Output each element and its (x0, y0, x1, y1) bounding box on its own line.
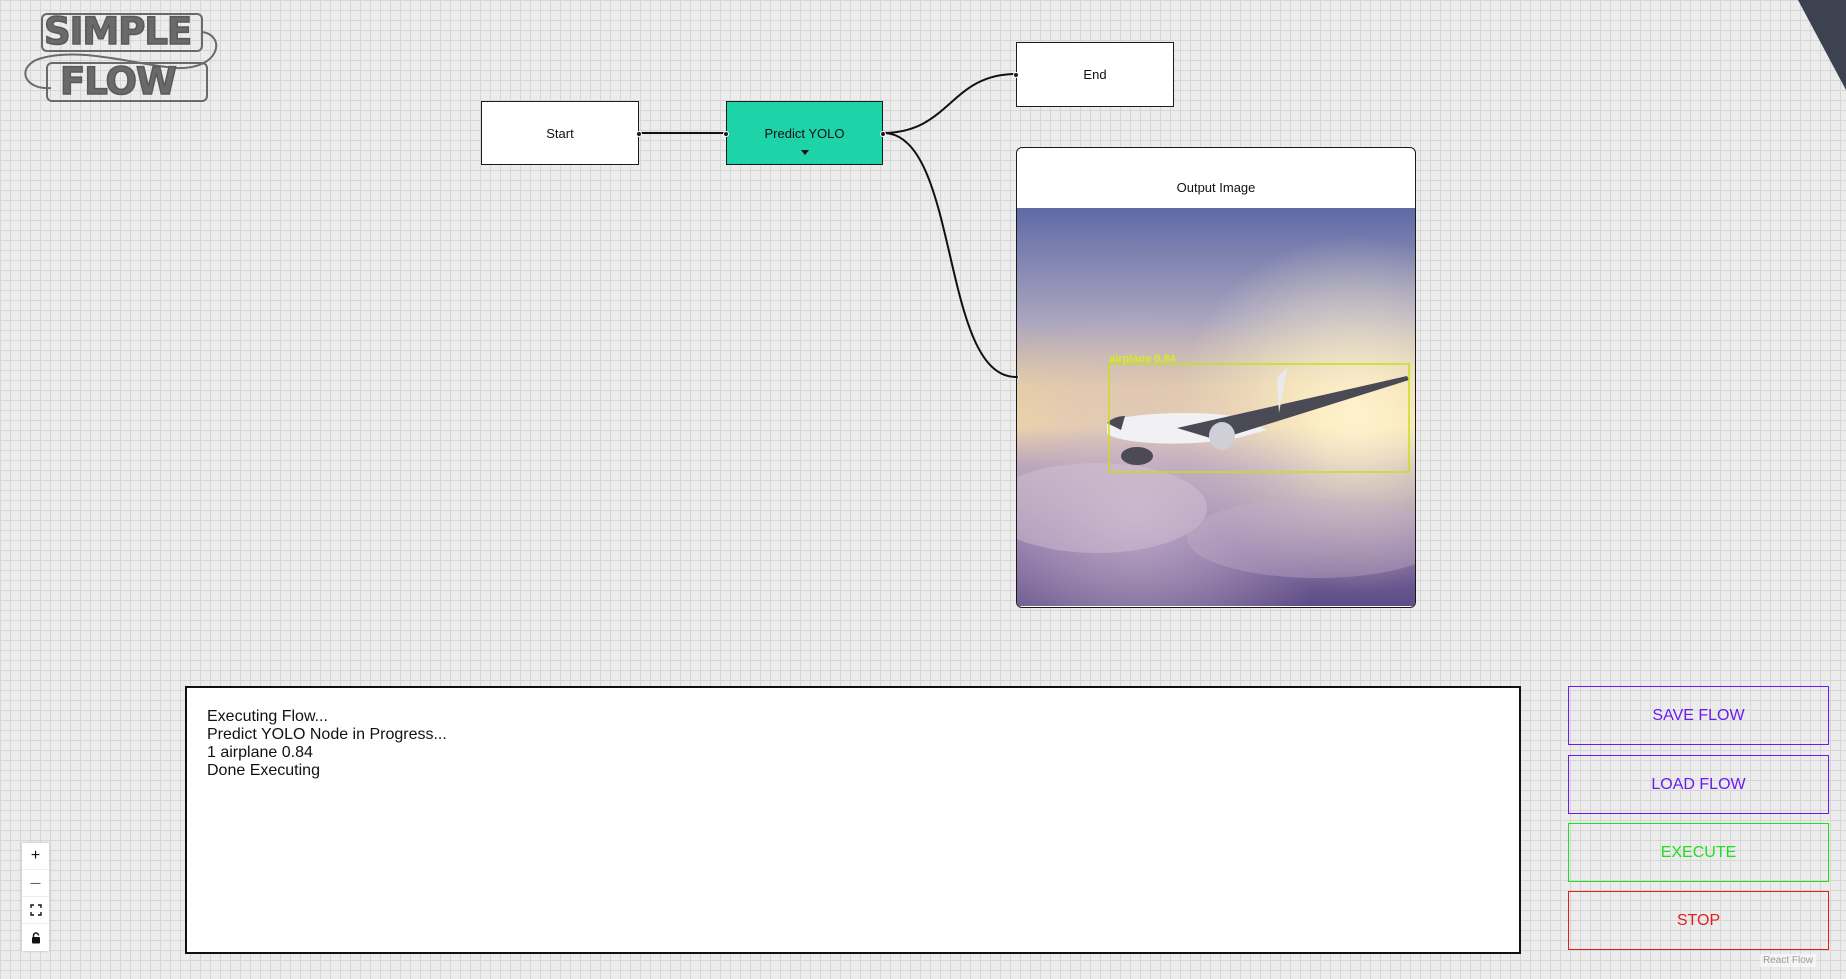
node-start[interactable]: Start (481, 101, 642, 165)
save-flow-button[interactable]: SAVE FLOW (1568, 686, 1829, 745)
console-log: Executing Flow... Predict YOLO Node in P… (185, 686, 1521, 954)
zoom-in-button[interactable]: + (22, 843, 49, 870)
console-line: Done Executing (207, 762, 320, 779)
load-flow-button[interactable]: LOAD FLOW (1568, 755, 1829, 814)
zoom-out-button[interactable]: — (22, 870, 49, 897)
logo-line-1: SIMPLE (43, 9, 193, 54)
flow-controls: + — (22, 843, 49, 951)
node-output-image-label: Output Image (1176, 180, 1256, 195)
edge-predict-output (882, 132, 1017, 378)
node-predict-yolo-output-handle[interactable] (880, 131, 886, 137)
node-predict-yolo-input-handle[interactable] (723, 131, 729, 137)
stop-button[interactable]: STOP (1568, 891, 1829, 950)
node-output-image[interactable]: Output Image airplane 0.84 (1016, 147, 1416, 608)
node-end-label: End (1083, 67, 1107, 82)
console-line: Executing Flow... (207, 708, 328, 725)
node-predict-yolo-label: Predict YOLO (764, 125, 845, 141)
node-end[interactable]: End (1013, 42, 1174, 107)
simple-flow-logo: SIMPLE FLOW (16, 9, 221, 105)
lock-icon[interactable] (22, 924, 49, 951)
node-start-label: Start (546, 125, 574, 141)
node-start-output-handle[interactable] (636, 131, 642, 137)
chevron-down-icon[interactable] (800, 150, 809, 155)
console-line: 1 airplane 0.84 (207, 744, 313, 761)
fit-view-icon[interactable] (22, 897, 49, 924)
node-predict-yolo[interactable]: Predict YOLO (723, 101, 886, 165)
corner-decoration (1798, 0, 1846, 90)
node-end-input-handle[interactable] (1013, 72, 1019, 78)
edge-predict-end (882, 73, 1017, 134)
react-flow-attribution[interactable]: React Flow (1760, 954, 1817, 967)
detection-label: airplane 0.84 (1109, 353, 1177, 365)
output-image: airplane 0.84 (1017, 208, 1415, 606)
execute-button[interactable]: EXECUTE (1568, 823, 1829, 882)
console-line: Predict YOLO Node in Progress... (207, 726, 447, 743)
logo-line-2: FLOW (59, 59, 177, 104)
